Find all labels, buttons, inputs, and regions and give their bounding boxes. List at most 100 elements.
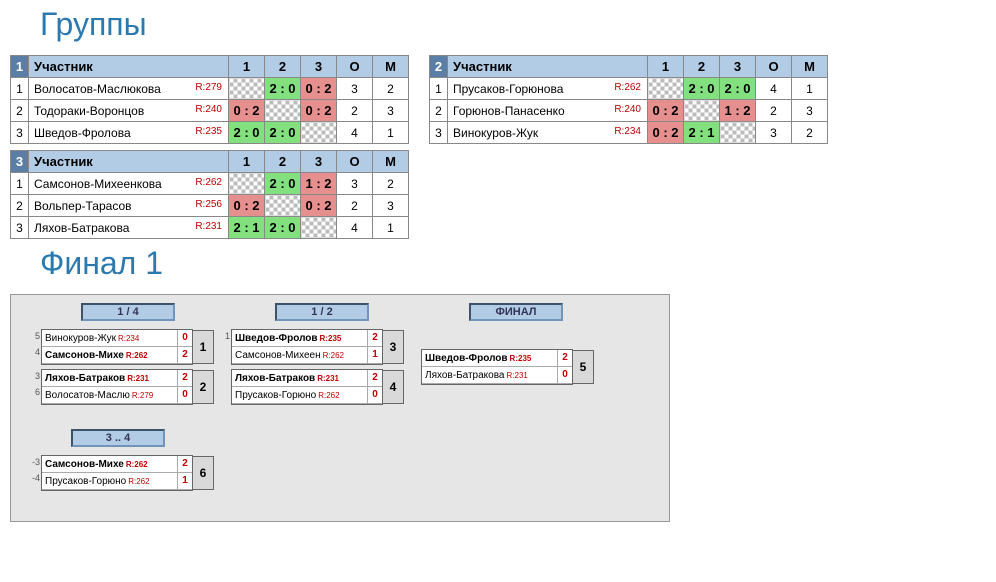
participant-cell[interactable]: Вольпер-ТарасовR:256 [29,195,229,217]
match-player-a: Шведов-ФроловR:235 2 [232,330,382,347]
match-player-a: Винокуров-ЖукR:234 0 [42,330,192,347]
match-score: 1 [177,473,192,489]
points-cell: 4 [756,78,792,100]
participant-cell[interactable]: Шведов-ФроловаR:235 [29,122,229,144]
seed: 4 [26,347,40,357]
points-cell: 3 [337,173,373,195]
place-cell: 2 [373,78,409,100]
score-cell[interactable]: 2 : 0 [265,217,301,239]
score-cell[interactable]: 2 : 0 [229,122,265,144]
self-cell [265,100,301,122]
col-1: 1 [229,151,265,173]
place-cell: 3 [373,100,409,122]
match-player-a: Ляхов-БатраковR:231 2 [232,370,382,387]
row-index: 3 [11,217,29,239]
match-score: 2 [557,350,572,366]
score-cell[interactable]: 0 : 2 [301,78,337,100]
row-index: 1 [11,78,29,100]
participant-cell[interactable]: Винокуров-ЖукR:234 [448,122,648,144]
row-index: 1 [11,173,29,195]
participant-cell[interactable]: Тодораки-ВоронцовR:240 [29,100,229,122]
place-cell: 3 [792,100,828,122]
bracket-match[interactable]: Шведов-ФроловR:235 2 Ляхов-БатраковаR:23… [421,349,573,385]
participant-cell[interactable]: Прусаков-ГорюноваR:262 [448,78,648,100]
score-cell[interactable]: 0 : 2 [229,100,265,122]
place-cell: 1 [373,122,409,144]
group-row: 1 Прусаков-ГорюноваR:2622 : 02 : 04 1 [430,78,828,100]
row-index: 2 [430,100,448,122]
points-cell: 2 [337,195,373,217]
bracket-match[interactable]: 1 Шведов-ФроловR:235 2 Самсонов-МихеенR:… [231,329,383,365]
seed: -4 [26,473,40,483]
rating: R:231 [195,221,224,232]
seed: 6 [26,387,40,397]
col-3: 3 [301,151,337,173]
score-cell[interactable]: 2 : 0 [265,173,301,195]
round-label-sf: 1 / 2 [275,303,369,321]
match-score: 0 [557,367,572,383]
score-cell[interactable]: 0 : 2 [648,100,684,122]
score-cell[interactable]: 1 : 2 [301,173,337,195]
place-cell: 3 [373,195,409,217]
col-m: М [373,151,409,173]
match-score: 2 [367,370,382,386]
score-cell[interactable]: 1 : 2 [720,100,756,122]
score-cell[interactable]: 0 : 2 [301,100,337,122]
points-cell: 3 [756,122,792,144]
round-label-qf: 1 / 4 [81,303,175,321]
rating: R:262 [614,82,643,93]
match-number: 1 [192,330,214,364]
match-score: 0 [177,387,192,403]
final-heading: Финал 1 [40,245,996,282]
bracket-match[interactable]: -3 -4 Самсонов-МихеR:262 2 Прусаков-Горю… [41,455,193,491]
group-table: 2 Участник 1 2 3 О М 1 Прусаков-Горюнова… [429,55,828,144]
score-cell[interactable]: 2 : 0 [265,122,301,144]
score-cell[interactable]: 0 : 2 [301,195,337,217]
match-player-a: Ляхов-БатраковR:231 2 [42,370,192,387]
col-3: 3 [720,56,756,78]
place-cell: 2 [792,122,828,144]
bracket-match[interactable]: Ляхов-БатраковR:231 2 Прусаков-ГорюноR:2… [231,369,383,405]
col-1: 1 [229,56,265,78]
score-cell[interactable]: 2 : 0 [265,78,301,100]
match-score: 2 [177,456,192,472]
points-cell: 2 [337,100,373,122]
match-number: 6 [192,456,214,490]
seed: 5 [26,331,40,341]
score-cell[interactable]: 2 : 0 [720,78,756,100]
points-cell: 2 [756,100,792,122]
participant-cell[interactable]: Самсонов-МихеенковаR:262 [29,173,229,195]
bracket-match[interactable]: 3 6 Ляхов-БатраковR:231 2 Волосатов-Масл… [41,369,193,405]
score-cell[interactable]: 2 : 0 [684,78,720,100]
score-cell[interactable]: 0 : 2 [229,195,265,217]
rating: R:279 [195,82,224,93]
round-label-final: ФИНАЛ [469,303,563,321]
match-score: 2 [177,347,192,363]
participant-cell[interactable]: Волосатов-МаслюковаR:279 [29,78,229,100]
participant-cell[interactable]: Ляхов-БатраковаR:231 [29,217,229,239]
participant-cell[interactable]: Горюнов-ПанасенкоR:240 [448,100,648,122]
group-row: 3 Винокуров-ЖукR:2340 : 22 : 13 2 [430,122,828,144]
col-participant: Участник [448,56,648,78]
col-2: 2 [684,56,720,78]
group-row: 2 Горюнов-ПанасенкоR:2400 : 21 : 22 3 [430,100,828,122]
row-index: 3 [11,122,29,144]
self-cell [684,100,720,122]
rating: R:256 [195,199,224,210]
match-number: 3 [382,330,404,364]
self-cell [265,195,301,217]
score-cell[interactable]: 0 : 2 [648,122,684,144]
col-participant: Участник [29,56,229,78]
group-row: 2 Тодораки-ВоронцовR:2400 : 20 : 22 3 [11,100,409,122]
score-cell[interactable]: 2 : 1 [229,217,265,239]
self-cell [301,122,337,144]
score-cell[interactable]: 2 : 1 [684,122,720,144]
group-row: 1 Волосатов-МаслюковаR:2792 : 00 : 23 2 [11,78,409,100]
match-score: 0 [367,387,382,403]
col-o: О [337,151,373,173]
match-number: 5 [572,350,594,384]
group-number: 1 [11,56,29,78]
points-cell: 4 [337,122,373,144]
bracket-match[interactable]: 5 4 Винокуров-ЖукR:234 0 Самсонов-МихеR:… [41,329,193,365]
group-number: 3 [11,151,29,173]
